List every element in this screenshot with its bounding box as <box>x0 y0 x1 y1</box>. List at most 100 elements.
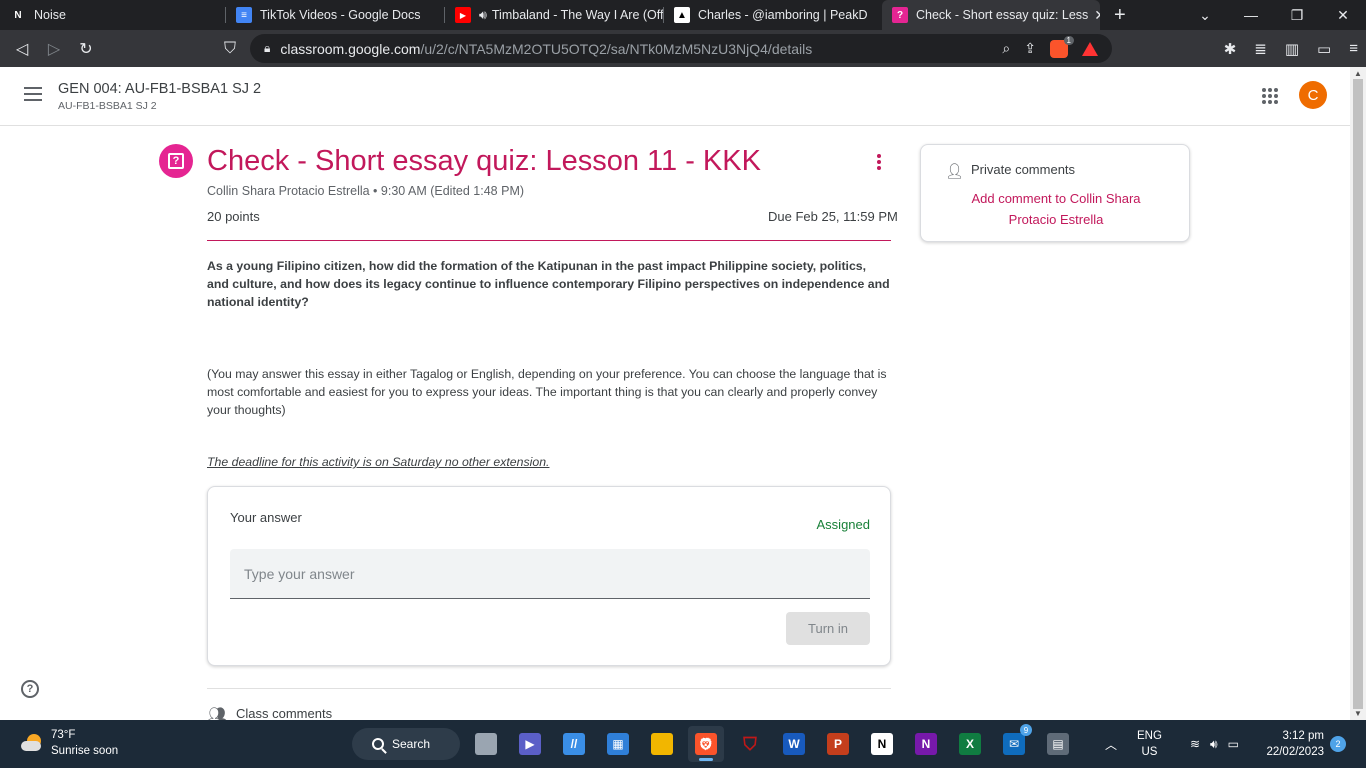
powerpoint-icon: P <box>827 733 849 755</box>
file-explorer-button[interactable] <box>644 726 680 762</box>
task-view-button[interactable] <box>468 726 504 762</box>
avatar[interactable]: C <box>1299 81 1327 109</box>
page-title: Check - Short essay quiz: Lesson 11 - KK… <box>207 145 761 177</box>
tab-title: Timbaland - The Way I Are (Offi <box>491 8 663 22</box>
status-badge: Assigned <box>816 517 870 532</box>
volume-icon[interactable]: 🔊︎ <box>1210 737 1218 752</box>
peakd-icon: ▲ <box>674 7 690 23</box>
assignment-icon: ? <box>159 144 193 178</box>
minimize-icon[interactable]: — <box>1228 7 1274 23</box>
excel-icon: X <box>959 733 981 755</box>
taskbar-search[interactable]: Search <box>352 728 460 760</box>
calculator-button[interactable]: ▤ <box>1040 726 1076 762</box>
tab-youtube[interactable]: ▶ 🔊︎ Timbaland - The Way I Are (Offi <box>445 0 663 30</box>
back-icon[interactable]: ◁ <box>6 39 38 59</box>
search-icon <box>372 738 384 750</box>
url-text[interactable]: classroom.google.com/u/2/c/NTA5MzM2OTU5O… <box>280 41 812 57</box>
tab-title: TikTok Videos - Google Docs <box>260 8 421 22</box>
mcafee-button[interactable]: ⛉ <box>732 726 768 762</box>
excel-button[interactable]: X <box>952 726 988 762</box>
reload-icon[interactable]: ↻ <box>70 39 102 59</box>
mail-button[interactable]: ✉ 9 <box>996 724 1032 762</box>
scroll-down-icon[interactable]: ▼ <box>1354 709 1362 718</box>
powerpoint-button[interactable]: P <box>820 726 856 762</box>
toolbar-right: ✱ ≣ ▥ ▭ ≡ <box>1224 30 1358 67</box>
address-bar[interactable]: 🔒︎ classroom.google.com/u/2/c/NTA5MzM2OT… <box>250 34 1112 63</box>
folder-icon <box>651 733 673 755</box>
chevron-up-icon[interactable]: ︿ <box>1105 736 1117 753</box>
menu-icon[interactable]: ≡ <box>1349 40 1358 57</box>
mail-icon: ✉ <box>1003 733 1025 755</box>
tab-close-icon[interactable]: ✕ <box>1088 7 1100 24</box>
wifi-icon[interactable]: ≋ <box>1190 737 1200 751</box>
ms-store-button[interactable]: ▦ <box>600 726 636 762</box>
taskbar-clock[interactable]: 3:12 pm 22/02/2023 <box>1258 728 1324 760</box>
essay-question: As a young Filipino citizen, how did the… <box>207 259 890 309</box>
teams-chat-icon: ▶ <box>519 733 541 755</box>
tab-peakd[interactable]: ▲ Charles - @iamboring | PeakD <box>664 0 882 30</box>
more-options-icon[interactable] <box>877 154 881 170</box>
window-controls: ⌄ — ❐ ✕ <box>1182 0 1366 30</box>
tab-classroom-active[interactable]: ? Check - Short essay quiz: Less ✕ <box>882 0 1100 30</box>
word-icon: W <box>783 733 805 755</box>
start-button[interactable] <box>308 726 344 762</box>
battery-icon[interactable]: ▭ <box>1228 737 1239 751</box>
youtube-icon: ▶ <box>455 7 471 23</box>
store-icon: ▦ <box>607 733 629 755</box>
title-divider <box>207 240 891 241</box>
brave-shields-icon[interactable]: 1 <box>1050 35 1074 58</box>
lock-icon: 🔒︎ <box>264 41 271 55</box>
forward-icon[interactable]: ▷ <box>38 39 70 59</box>
brave-browser-button[interactable]: 🦁︎ <box>688 726 724 762</box>
class-comments-label[interactable]: Class comments <box>236 706 332 721</box>
class-title[interactable]: GEN 004: AU-FB1-BSBA1 SJ 2 <box>58 81 261 97</box>
system-tray: ︿ ENG US ≋ 🔊︎ ▭ <box>1105 720 1239 768</box>
sidebar-icon[interactable]: ▥ <box>1285 40 1299 58</box>
taskbar-search-label: Search <box>392 737 431 751</box>
app-button[interactable]: // <box>556 726 592 762</box>
class-subtitle: AU-FB1-BSBA1 SJ 2 <box>58 100 157 112</box>
mail-badge: 9 <box>1020 724 1032 736</box>
page-scrollbar[interactable]: ▲ ▼ <box>1350 67 1366 720</box>
brave-rewards-icon[interactable] <box>1082 41 1098 56</box>
browser-toolbar: ◁ ▷ ↻ ⛉ 🔒︎ classroom.google.com/u/2/c/NT… <box>0 30 1366 67</box>
mcafee-icon: ⛉ <box>743 733 757 754</box>
restore-icon[interactable]: ❐ <box>1274 7 1320 24</box>
extensions-icon[interactable]: ✱ <box>1224 40 1237 58</box>
scroll-up-icon[interactable]: ▲ <box>1354 69 1362 78</box>
google-apps-icon[interactable] <box>1262 88 1278 104</box>
tab-search-chevron-icon[interactable]: ⌄ <box>1182 7 1228 24</box>
word-button[interactable]: W <box>776 726 812 762</box>
share-icon[interactable]: ⇪ <box>1024 40 1036 57</box>
tab-google-docs[interactable]: ≡ TikTok Videos - Google Docs <box>226 0 444 30</box>
wallet-icon[interactable]: ▭ <box>1317 40 1331 58</box>
scrollbar-thumb[interactable] <box>1353 79 1363 709</box>
help-icon[interactable]: ? <box>21 680 39 698</box>
playlist-icon[interactable]: ≣ <box>1254 40 1267 58</box>
close-window-icon[interactable]: ✕ <box>1320 7 1366 24</box>
hamburger-menu-icon[interactable] <box>24 87 42 101</box>
onenote-button[interactable]: N <box>908 726 944 762</box>
turn-in-button[interactable]: Turn in <box>786 612 870 645</box>
speaker-icon: 🔊︎ <box>479 7 487 22</box>
bookmark-icon[interactable]: ⛉ <box>214 40 246 58</box>
zoom-icon[interactable]: ⌕ <box>1002 40 1010 57</box>
app-slash-icon: // <box>563 733 585 755</box>
answer-input[interactable] <box>230 549 870 599</box>
notion-icon: N <box>871 733 893 755</box>
task-view-icon <box>475 733 497 755</box>
weather-status[interactable]: Sunrise soon <box>51 745 118 757</box>
new-tab-button[interactable]: + <box>1114 4 1126 27</box>
add-private-comment-link[interactable]: Add comment to Collin Shara Protacio Est… <box>951 188 1161 230</box>
notion-button[interactable]: N <box>864 726 900 762</box>
weather-icon[interactable] <box>21 734 43 752</box>
weather-temp[interactable]: 73°F <box>51 729 75 741</box>
noise-favicon-icon: N <box>14 9 22 21</box>
teams-chat-button[interactable]: ▶ <box>512 726 548 762</box>
tab-noise[interactable]: N Noise <box>0 0 225 30</box>
class-comments-divider <box>207 688 891 689</box>
language-indicator[interactable]: ENG US <box>1137 728 1162 760</box>
notification-badge[interactable]: 2 <box>1330 736 1346 752</box>
tab-title: Charles - @iamboring | PeakD <box>698 8 868 22</box>
onenote-icon: N <box>915 733 937 755</box>
